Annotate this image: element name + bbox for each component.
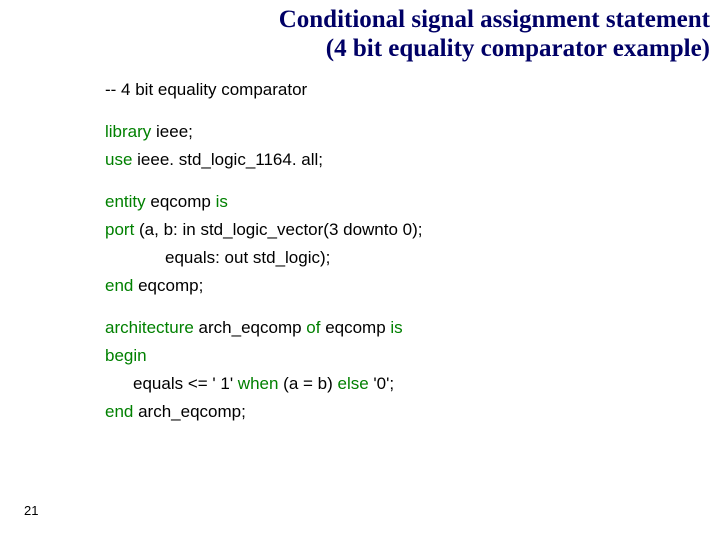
kw-architecture: architecture	[105, 318, 194, 337]
code-line-end-arch: end arch_eqcomp;	[105, 398, 423, 426]
title-line-1: Conditional signal assignment statement	[279, 6, 710, 33]
code-line-library: library ieee;	[105, 118, 423, 146]
txt-assign-c: '0';	[369, 374, 394, 393]
txt-port-ab: (a, b: in std_logic_vector(3 downto 0);	[134, 220, 422, 239]
code-line-comment: -- 4 bit equality comparator	[105, 76, 423, 104]
txt-library: ieee;	[151, 122, 193, 141]
txt-entity-name: eqcomp	[146, 192, 216, 211]
txt-end-entity: eqcomp;	[133, 276, 203, 295]
kw-port: port	[105, 220, 134, 239]
code-line-port2: equals: out std_logic);	[105, 244, 423, 272]
code-line-end-entity: end eqcomp;	[105, 272, 423, 300]
code-line-begin: begin	[105, 342, 423, 370]
kw-is: is	[216, 192, 228, 211]
txt-arch-of: eqcomp	[320, 318, 390, 337]
slide-title: Conditional signal assignment statement …	[120, 6, 710, 64]
comment-text: -- 4 bit equality comparator	[105, 80, 307, 99]
txt-assign-a: equals <= ' 1'	[133, 374, 238, 393]
txt-arch-name: arch_eqcomp	[194, 318, 306, 337]
code-line-entity: entity eqcomp is	[105, 188, 423, 216]
kw-end: end	[105, 276, 133, 295]
kw-is-arch: is	[390, 318, 402, 337]
code-block: -- 4 bit equality comparator library iee…	[105, 76, 423, 427]
page-number: 21	[24, 503, 38, 518]
txt-end-arch: arch_eqcomp;	[133, 402, 245, 421]
code-line-use: use ieee. std_logic_1164. all;	[105, 146, 423, 174]
txt-use: ieee. std_logic_1164. all;	[132, 150, 323, 169]
kw-else: else	[338, 374, 369, 393]
kw-entity: entity	[105, 192, 146, 211]
code-line-assign: equals <= ' 1' when (a = b) else '0';	[105, 370, 423, 398]
kw-use: use	[105, 150, 132, 169]
code-line-architecture: architecture arch_eqcomp of eqcomp is	[105, 314, 423, 342]
txt-port-equals: equals: out std_logic);	[165, 248, 330, 267]
kw-end-arch: end	[105, 402, 133, 421]
kw-of: of	[306, 318, 320, 337]
title-line-2: (4 bit equality comparator example)	[326, 35, 710, 62]
blank-line	[105, 300, 423, 314]
code-line-port: port (a, b: in std_logic_vector(3 downto…	[105, 216, 423, 244]
blank-line	[105, 104, 423, 118]
kw-library: library	[105, 122, 151, 141]
kw-when: when	[238, 374, 279, 393]
txt-assign-b: (a = b)	[278, 374, 337, 393]
blank-line	[105, 174, 423, 188]
slide: Conditional signal assignment statement …	[0, 0, 720, 540]
kw-begin: begin	[105, 346, 147, 365]
